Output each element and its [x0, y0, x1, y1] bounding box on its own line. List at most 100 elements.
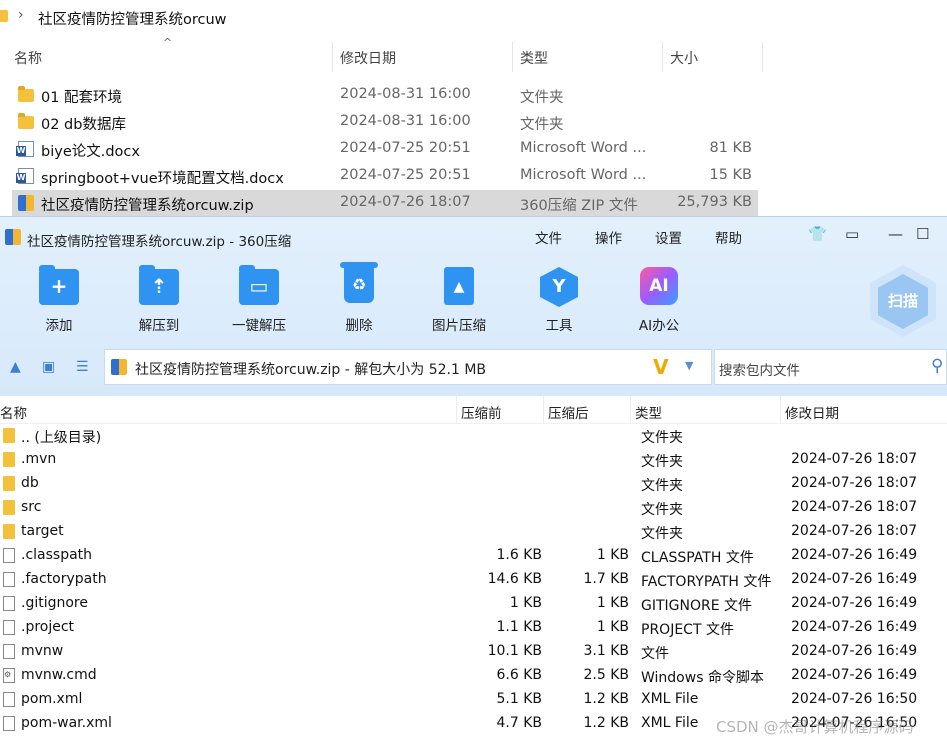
column-divider[interactable] [762, 42, 763, 72]
menu-file[interactable]: 文件 [535, 227, 562, 247]
entry-name: target [21, 523, 64, 539]
column-divider[interactable] [456, 396, 457, 424]
file-row[interactable]: 01 配套环境 2024-08-31 16:00 文件夹 [12, 82, 758, 109]
column-type[interactable]: 类型 [635, 402, 662, 422]
entry-packed: 5.1 KB [496, 691, 543, 707]
archive-row[interactable]: target 文件夹 2024-07-26 18:07 [0, 520, 947, 544]
column-date[interactable]: 修改日期 [785, 402, 839, 422]
extract-to-label: 解压到 [138, 318, 180, 334]
cmd-file-icon [3, 668, 15, 683]
folder-icon [3, 500, 15, 515]
menu-help[interactable]: 帮助 [715, 227, 742, 247]
file-icon [3, 692, 15, 707]
breadcrumb[interactable]: › 社区疫情防控管理系统orcuw [0, 0, 947, 34]
column-divider[interactable] [780, 396, 781, 424]
column-unpacked[interactable]: 压缩后 [548, 402, 589, 422]
archive-row[interactable]: src 文件夹 2024-07-26 18:07 [0, 496, 947, 520]
entry-name: pom.xml [21, 691, 83, 707]
entry-date: 2024-07-26 16:49 [791, 595, 918, 611]
add-button[interactable]: + 添加 [19, 265, 99, 337]
one-click-extract-button[interactable]: ▭ 一键解压 [219, 265, 299, 337]
column-divider[interactable] [662, 42, 663, 72]
file-date: 2024-08-31 16:00 [340, 113, 471, 129]
column-name[interactable]: 名称 [0, 402, 27, 422]
minimize-icon[interactable]: — [888, 225, 903, 243]
tools-label: 工具 [545, 318, 573, 334]
archive-row[interactable]: .. (上级目录) 文件夹 [0, 424, 947, 448]
file-row[interactable]: biye论文.docx 2024-07-25 20:51 Microsoft W… [12, 136, 758, 163]
archive-row[interactable]: pom.xml 5.1 KB 1.2 KB XML File 2024-07-2… [0, 688, 947, 712]
list-view-icon[interactable]: ☰ [76, 359, 89, 375]
search-icon[interactable]: ⚲ [931, 356, 943, 376]
address-bar[interactable]: 社区疫情防控管理系统orcuw.zip - 解包大小为 52.1 MB V ▼ [104, 349, 712, 385]
archive-row[interactable]: mvnw.cmd 6.6 KB 2.5 KB Windows 命令脚本 2024… [0, 664, 947, 688]
zip-column-header: 名称 压缩前 压缩后 类型 修改日期 [0, 396, 947, 424]
explorer-column-header: 名称 修改日期 类型 大小 [0, 40, 947, 74]
tools-icon: Y [539, 267, 579, 307]
column-divider[interactable] [630, 396, 631, 424]
feedback-icon[interactable]: ▭ [845, 225, 859, 243]
archive-row[interactable]: db 文件夹 2024-07-26 18:07 [0, 472, 947, 496]
file-row[interactable]: springboot+vue环境配置文档.docx 2024-07-25 20:… [12, 163, 758, 190]
thumbnail-view-icon[interactable]: ▣ [42, 359, 55, 375]
column-divider[interactable] [543, 396, 544, 424]
vip-icon[interactable]: V [653, 355, 668, 379]
entry-date: 2024-07-26 16:49 [791, 643, 918, 659]
scan-label[interactable]: 扫描 [878, 290, 928, 311]
archive-row[interactable]: mvnw 10.1 KB 3.1 KB 文件 2024-07-26 16:49 [0, 640, 947, 664]
file-name: 01 配套环境 [41, 90, 123, 106]
entry-unpacked: 1 KB [596, 595, 629, 611]
title-bar[interactable]: 社区疫情防控管理系统orcuw.zip - 360压缩 文件 操作 设置 帮助 … [0, 217, 947, 257]
extract-to-button[interactable]: ⇡ 解压到 [119, 265, 199, 337]
watermark: CSDN @杰哥计算机程序源码 [716, 718, 914, 736]
archive-row[interactable]: .mvn 文件夹 2024-07-26 18:07 [0, 448, 947, 472]
column-date[interactable]: 修改日期 [340, 48, 396, 68]
image-compress-button[interactable]: ▲ 图片压缩 [419, 267, 499, 337]
tools-button[interactable]: Y 工具 [519, 267, 599, 337]
delete-button[interactable]: ♻ 删除 [319, 262, 399, 337]
search-input[interactable]: 搜索包内文件 ⚲ [714, 349, 947, 385]
file-row-selected[interactable]: 社区疫情防控管理系统orcuw.zip 2024-07-26 18:07 360… [12, 190, 758, 217]
folder-icon [3, 524, 15, 539]
entry-date: 2024-07-26 16:50 [791, 691, 918, 707]
file-name: biye论文.docx [41, 144, 140, 160]
menu-operate[interactable]: 操作 [595, 227, 622, 247]
file-row[interactable]: 02 db数据库 2024-08-31 16:00 文件夹 [12, 109, 758, 136]
folder-icon [18, 113, 34, 129]
column-packed[interactable]: 压缩前 [461, 402, 502, 422]
breadcrumb-path[interactable]: 社区疫情防控管理系统orcuw [38, 8, 227, 29]
chevron-down-icon[interactable]: ▼ [685, 359, 693, 372]
archive-row[interactable]: .classpath 1.6 KB 1 KB CLASSPATH 文件 2024… [0, 544, 947, 568]
column-divider[interactable] [332, 42, 333, 72]
entry-name: src [21, 499, 42, 515]
column-name[interactable]: 名称 [14, 48, 42, 68]
recycle-bin-icon: ♻ [339, 262, 379, 307]
file-size: 25,793 KB [677, 194, 752, 210]
app-icon [5, 229, 21, 245]
skin-icon[interactable]: 👕 [808, 225, 827, 243]
archive-row[interactable]: .project 1.1 KB 1 KB PROJECT 文件 2024-07-… [0, 616, 947, 640]
word-doc-icon [16, 168, 34, 184]
entry-packed: 6.6 KB [496, 667, 543, 683]
ai-office-button[interactable]: AI AI办公 [619, 267, 699, 337]
entry-type: 文件夹 [641, 502, 683, 518]
address-path: 社区疫情防控管理系统orcuw.zip - 解包大小为 52.1 MB [135, 362, 487, 378]
archive-row[interactable]: .gitignore 1 KB 1 KB GITIGNORE 文件 2024-0… [0, 592, 947, 616]
entry-unpacked: 1.7 KB [583, 571, 630, 587]
up-arrow-icon[interactable]: ▲ [10, 359, 21, 375]
file-icon [3, 596, 15, 611]
entry-unpacked: 3.1 KB [583, 643, 630, 659]
entry-type: 文件夹 [641, 478, 683, 494]
file-type: 360压缩 ZIP 文件 [520, 198, 638, 214]
entry-name: mvnw [21, 643, 64, 659]
menu-settings[interactable]: 设置 [655, 227, 682, 247]
file-size: 81 KB [709, 140, 752, 156]
entry-packed: 10.1 KB [487, 643, 542, 659]
maximize-icon[interactable]: ☐ [916, 225, 929, 243]
archive-row[interactable]: .factorypath 14.6 KB 1.7 KB FACTORYPATH … [0, 568, 947, 592]
column-type[interactable]: 类型 [520, 48, 548, 68]
image-compress-icon: ▲ [439, 267, 479, 307]
chevron-right-icon[interactable]: › [18, 7, 24, 23]
column-size[interactable]: 大小 [670, 48, 698, 68]
column-divider[interactable] [512, 42, 513, 72]
